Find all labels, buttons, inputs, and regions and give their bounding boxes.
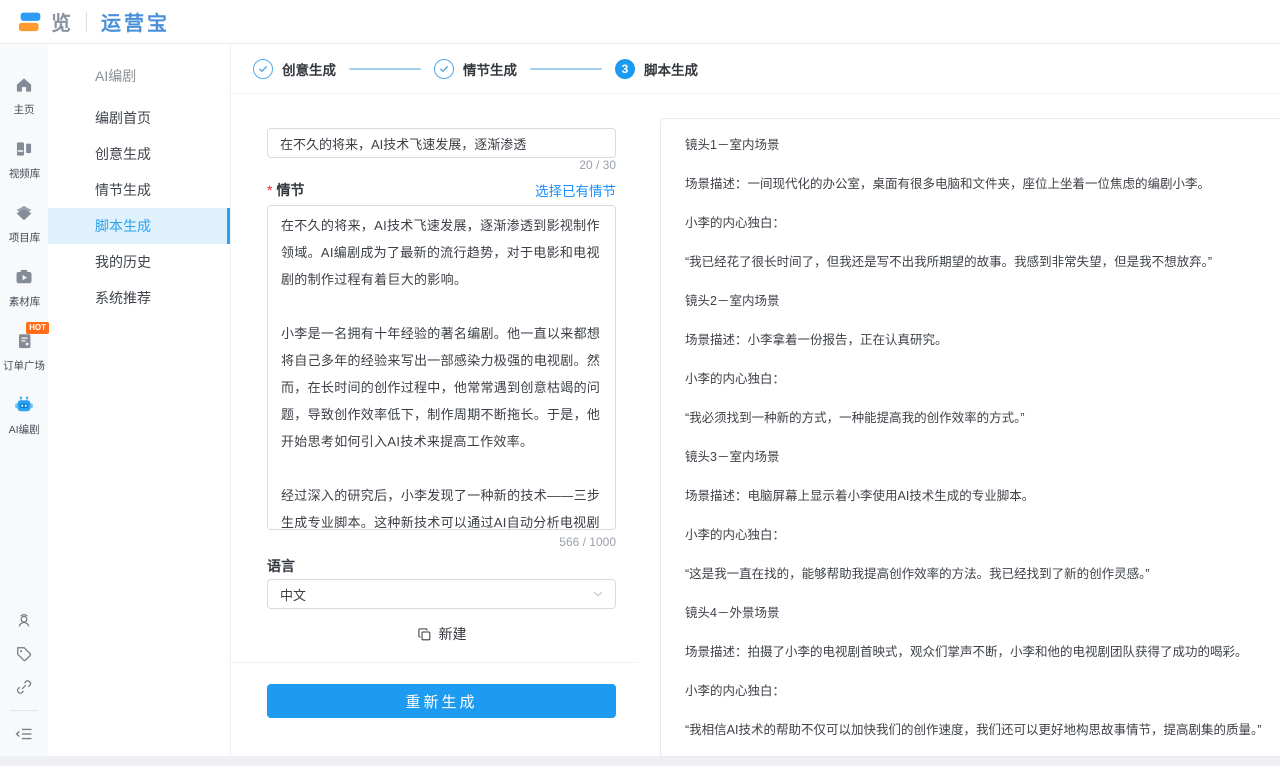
rail-item-asset-library[interactable]: 素材库 [8, 266, 41, 309]
menu-item-label: 情节生成 [95, 180, 151, 200]
script-monologue-label: 小李的内心独白： [685, 516, 1256, 555]
step-check-icon [253, 59, 273, 79]
required-asterisk: * [267, 182, 272, 198]
sidebar-title: AI编剧 [48, 44, 230, 100]
rail-bottom-tools [0, 611, 48, 744]
rail-divider [10, 710, 38, 711]
language-label: 语言 [267, 556, 295, 576]
script-monologue-label: 小李的内心独白： [685, 672, 1256, 711]
sidebar-item-my-history[interactable]: 我的历史 [48, 244, 230, 280]
language-select[interactable]: 中文 [267, 579, 616, 609]
script-scene-description: 场景描述：小李拿着一份报告，正在认真研究。 [685, 321, 1256, 360]
title-char-counter: 20 / 30 [267, 158, 616, 172]
sidebar-item-script-generation[interactable]: 脚本生成 [48, 208, 230, 244]
rail-item-ai-scriptwriter[interactable]: AI编剧 [8, 394, 40, 437]
icon-rail: 主页 视频库 项目库 素材库 HOT 订单广场 AI编剧 [0, 44, 48, 756]
plot-field-label: *情节 [267, 180, 304, 200]
script-monologue-text: “我已经花了很长时间了，但我还是写不出我所期望的故事。我感到非常失望，但是我不想… [685, 243, 1256, 282]
asset-library-icon [12, 266, 36, 288]
ai-robot-icon [12, 394, 36, 416]
script-monologue-label: 小李的内心独白： [685, 360, 1256, 399]
contacts-icon[interactable] [14, 611, 34, 631]
menu-item-label: 编剧首页 [95, 108, 151, 128]
app-header: 览 运营宝 [0, 0, 1280, 44]
step-connector [530, 68, 602, 70]
new-document-icon [417, 627, 432, 642]
logo-char: 览 [51, 7, 72, 36]
menu-item-label: 系统推荐 [95, 288, 151, 308]
script-shot-heading: 镜头2－室内场景 [685, 282, 1256, 321]
video-library-icon [12, 138, 36, 160]
step-label: 创意生成 [282, 59, 336, 79]
rail-item-video-library[interactable]: 视频库 [8, 138, 41, 181]
step-check-icon [434, 59, 454, 79]
form-divider [231, 662, 638, 663]
script-monologue-text: “我必须找到一种新的方式，一种能提高我的创作效率的方式。” [685, 399, 1256, 438]
select-existing-plot-link[interactable]: 选择已有情节 [535, 180, 616, 200]
rail-item-label: 项目库 [8, 229, 39, 244]
sidebar-item-idea-generation[interactable]: 创意生成 [48, 136, 230, 172]
sidebar-item-plot-generation[interactable]: 情节生成 [48, 172, 230, 208]
script-scene-description: 场景描述：一间现代化的办公室，桌面有很多电脑和文件夹，座位上坐着一位焦虑的编剧小… [685, 165, 1256, 204]
logo-icon [18, 11, 43, 33]
script-scene-description: 场景描述：拍摄了小李的电视剧首映式，观众们掌声不断，小李和他的电视剧团队获得了成… [685, 633, 1256, 672]
new-button-label: 新建 [439, 624, 467, 644]
home-icon [12, 74, 36, 96]
script-shot-heading: 镜头4－外景场景 [685, 594, 1256, 633]
app-title: 运营宝 [101, 7, 170, 36]
step-plot-generation[interactable]: 情节生成 [434, 59, 517, 79]
script-shot-heading: 镜头3－室内场景 [685, 438, 1256, 477]
rail-item-label: AI编剧 [9, 421, 40, 436]
main-content: 创意生成 情节生成 3 脚本生成 在不久的将来，AI技术飞速发展，逐渐渗透 20… [231, 44, 1280, 756]
plot-char-counter: 566 / 1000 [267, 535, 616, 549]
order-plaza-icon: HOT [12, 330, 36, 352]
sidebar-item-system-recommend[interactable]: 系统推荐 [48, 280, 230, 316]
menu-item-label: 脚本生成 [95, 216, 151, 236]
rail-item-project-library[interactable]: 项目库 [8, 202, 41, 245]
regenerate-button[interactable]: 重新生成 [267, 684, 616, 718]
rail-item-label: 视频库 [8, 165, 39, 180]
rail-item-label: 订单广场 [3, 357, 45, 372]
collapse-sidebar-icon[interactable] [14, 724, 34, 744]
new-button[interactable]: 新建 [267, 621, 616, 647]
plot-label-text: 情节 [276, 182, 304, 198]
step-label: 情节生成 [463, 59, 517, 79]
chevron-down-icon [591, 587, 605, 601]
hot-badge: HOT [26, 322, 49, 334]
plot-textarea[interactable]: 在不久的将来，AI技术飞速发展，逐渐渗透到影视制作领域。AI编剧成为了最新的流行… [267, 205, 616, 530]
title-input[interactable]: 在不久的将来，AI技术飞速发展，逐渐渗透 [267, 128, 616, 158]
script-monologue-text: “我相信AI技术的帮助不仅可以加快我们的创作速度，我们还可以更好地构思故事情节，… [685, 711, 1256, 750]
script-monologue-label: 小李的内心独白： [685, 204, 1256, 243]
script-output-panel: 镜头1－室内场景 场景描述：一间现代化的办公室，桌面有很多电脑和文件夹，座位上坐… [660, 118, 1280, 757]
language-selected-value: 中文 [280, 585, 306, 604]
step-label: 脚本生成 [644, 59, 698, 79]
rail-item-label: 素材库 [8, 293, 39, 308]
project-library-icon [12, 202, 36, 224]
menu-item-label: 创意生成 [95, 144, 151, 164]
script-monologue-text: “这是我一直在找的，能够帮助我提高创作效率的方法。我已经找到了新的创作灵感。” [685, 555, 1256, 594]
step-number-badge: 3 [615, 59, 635, 79]
step-script-generation[interactable]: 3 脚本生成 [615, 59, 698, 79]
rail-item-order-plaza[interactable]: HOT 订单广场 [2, 330, 46, 373]
stepper: 创意生成 情节生成 3 脚本生成 [231, 44, 1280, 94]
step-idea-generation[interactable]: 创意生成 [253, 59, 336, 79]
menu-item-label: 我的历史 [95, 252, 151, 272]
rail-item-home[interactable]: 主页 [12, 74, 36, 117]
script-shot-heading: 镜头1－室内场景 [685, 126, 1256, 165]
step-connector [349, 68, 421, 70]
sidebar-menu: AI编剧 编剧首页 创意生成 情节生成 脚本生成 我的历史 系统推荐 [48, 44, 231, 756]
sidebar-item-home[interactable]: 编剧首页 [48, 100, 230, 136]
rail-item-label: 主页 [14, 101, 35, 116]
logo-divider [86, 12, 87, 32]
script-scene-description: 场景描述：电脑屏幕上显示着小李使用AI技术生成的专业脚本。 [685, 477, 1256, 516]
link-icon[interactable] [14, 677, 34, 697]
app-logo: 览 运营宝 [18, 7, 170, 36]
tag-icon[interactable] [14, 644, 34, 664]
